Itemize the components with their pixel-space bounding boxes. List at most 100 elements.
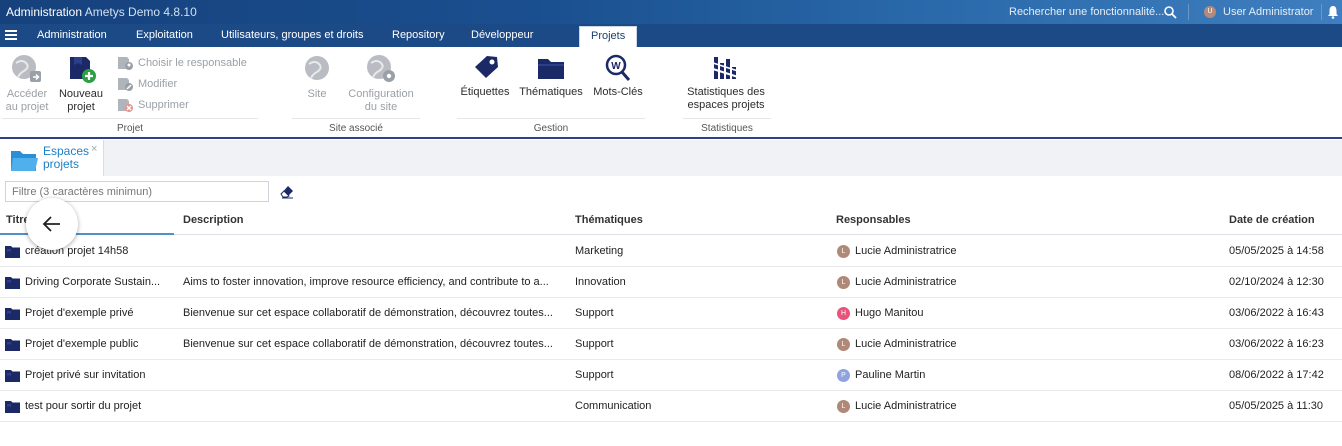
project-folder-icon	[5, 308, 20, 320]
tab-utilisateurs[interactable]: Utilisateurs, groupes et droits	[221, 29, 363, 41]
group-divider	[292, 118, 420, 119]
tab-title: Espaces projets	[43, 144, 90, 171]
site-button[interactable]: Site	[296, 53, 338, 101]
cell-date: 03/06/2022 à 16:23	[1229, 338, 1324, 350]
keywords-button[interactable]: W Mots-Clés	[592, 53, 644, 99]
user-avatar[interactable]: U	[1204, 6, 1216, 18]
cell-description: Aims to foster innovation, improve resou…	[183, 276, 549, 288]
cell-responsable: Lucie Administratrice	[855, 245, 957, 257]
cell-thematique: Support	[575, 307, 614, 319]
top-bar: Administration Ametys Demo 4.8.10 Recher…	[0, 0, 1342, 24]
group-label-projet: Projet	[116, 123, 144, 134]
hamburger-menu-icon[interactable]	[5, 29, 17, 41]
user-folder-icon	[118, 57, 133, 70]
avatar: L	[837, 276, 850, 289]
open-project-button[interactable]: Accéder au projet	[4, 53, 50, 114]
cell-responsable: Lucie Administratrice	[855, 276, 957, 288]
globe-gear-icon	[367, 55, 395, 82]
cell-thematique: Support	[575, 369, 614, 381]
cell-date: 02/10/2024 à 12:30	[1229, 276, 1324, 288]
site-configuration-button[interactable]: Configuration du site	[345, 53, 417, 114]
group-label-statistiques: Statistiques	[701, 123, 753, 134]
tag-icon	[475, 56, 498, 78]
cell-description: Bienvenue sur cet espace collaboratif de…	[183, 307, 553, 319]
avatar: L	[837, 338, 850, 351]
globe-arrow-icon	[12, 55, 41, 82]
user-name[interactable]: User Administrator	[1223, 6, 1313, 18]
group-divider	[457, 118, 645, 119]
sort-indicator	[0, 233, 174, 235]
avatar: L	[837, 245, 850, 258]
cell-thematique: Marketing	[575, 245, 624, 257]
group-divider	[683, 118, 771, 119]
eraser-icon[interactable]	[279, 183, 295, 199]
project-statistics-button[interactable]: Statistiques des espaces projets	[683, 53, 769, 112]
cell-responsable: Lucie Administratrice	[855, 338, 957, 350]
group-divider	[2, 118, 258, 119]
cell-date: 08/06/2022 à 17:42	[1229, 369, 1324, 381]
folder-icon	[11, 151, 38, 171]
back-button[interactable]	[26, 198, 78, 250]
cell-description: Bienvenue sur cet espace collaboratif de…	[183, 338, 553, 350]
cell-titre: test pour sortir du projet	[25, 400, 142, 412]
arrow-left-icon	[42, 216, 60, 232]
cell-thematique: Support	[575, 338, 614, 350]
tab-developpeur[interactable]: Développeur	[471, 29, 533, 41]
tab-exploitation[interactable]: Exploitation	[136, 29, 193, 41]
table-row[interactable]: test pour sortir du projet Communication L…	[0, 391, 1342, 422]
project-folder-icon	[5, 339, 20, 351]
edit-project-button[interactable]: Modifier	[116, 76, 177, 92]
table-row[interactable]: Projet d'exemple public Bienvenue sur cet…	[0, 329, 1342, 360]
svg-text:W: W	[611, 61, 621, 72]
statistics-icon	[712, 57, 739, 79]
cell-responsable: Hugo Manitou	[855, 307, 924, 319]
new-project-icon	[70, 57, 96, 83]
group-label-gestion: Gestion	[533, 123, 569, 134]
delete-project-button[interactable]: Supprimer	[116, 97, 189, 113]
table-row[interactable]: Driving Corporate Sustain... Aims to fost…	[0, 267, 1342, 298]
separator	[1321, 4, 1322, 20]
app-version: Ametys Demo 4.8.10	[84, 5, 197, 19]
main-menu-bar: Administration Exploitation Utilisateurs…	[0, 24, 1342, 47]
cell-titre: Projet d'exemple public	[25, 338, 139, 350]
avatar: H	[837, 307, 850, 320]
column-header-description[interactable]: Description	[183, 214, 244, 226]
cell-responsable: Pauline Martin	[855, 369, 926, 381]
keyword-search-icon: W	[605, 54, 631, 81]
column-header-thematiques[interactable]: Thématiques	[575, 214, 643, 226]
delete-folder-icon	[118, 99, 133, 112]
table-row[interactable]: création projet 14h58 Marketing L Lucie Adm…	[0, 236, 1342, 267]
cell-responsable: Lucie Administratrice	[855, 400, 957, 412]
group-label-site: Site associé	[329, 123, 383, 134]
tab-administration[interactable]: Administration	[37, 29, 107, 41]
grid-header: Titre Description Thématiques Responsabl…	[0, 206, 1342, 235]
project-folder-icon	[5, 370, 20, 382]
choose-manager-button[interactable]: Choisir le responsable	[116, 55, 247, 71]
project-folder-icon	[5, 246, 20, 258]
search-icon[interactable]	[1163, 5, 1177, 19]
cell-titre: Projet privé sur invitation	[25, 369, 146, 381]
project-folder-icon	[5, 401, 20, 413]
cell-date: 03/06/2022 à 16:43	[1229, 307, 1324, 319]
bell-icon[interactable]	[1327, 5, 1339, 19]
globe-icon	[305, 56, 329, 80]
project-folder-icon	[5, 277, 20, 289]
new-project-button[interactable]: Nouveau projet	[57, 53, 105, 114]
cell-thematique: Communication	[575, 400, 652, 412]
cell-date: 05/05/2025 à 11:30	[1229, 400, 1323, 412]
themes-button[interactable]: Thématiques	[518, 53, 584, 99]
tab-repository[interactable]: Repository	[392, 29, 445, 41]
table-row[interactable]: Projet d'exemple privé Bienvenue sur cet …	[0, 298, 1342, 329]
table-row[interactable]: Projet privé sur invitation Support P Pauli…	[0, 360, 1342, 391]
document-tab-strip: Espaces projets ×	[0, 140, 1342, 176]
feature-search-input[interactable]: Rechercher une fonctionnalité...	[1009, 6, 1164, 18]
column-header-responsables[interactable]: Responsables	[836, 214, 911, 226]
column-header-date[interactable]: Date de création	[1229, 214, 1315, 226]
close-icon[interactable]: ×	[91, 143, 97, 155]
tags-button[interactable]: Étiquettes	[459, 53, 511, 99]
cell-thematique: Innovation	[575, 276, 626, 288]
tab-projets[interactable]: Projets	[579, 26, 638, 47]
ribbon-toolbar: Accéder au projet Nouveau projet Choisir l…	[0, 47, 1342, 139]
tab-espaces-projets[interactable]: Espaces projets ×	[0, 140, 104, 176]
avatar: L	[837, 400, 850, 413]
